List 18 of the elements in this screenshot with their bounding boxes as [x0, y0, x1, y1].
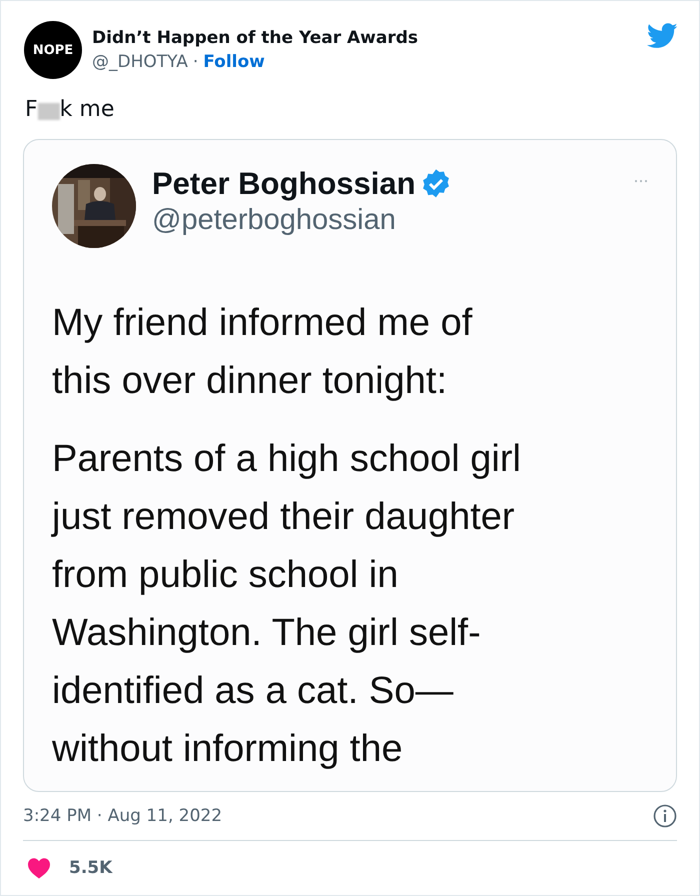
censor-blur	[38, 103, 60, 120]
follow-link[interactable]: Follow	[203, 52, 265, 72]
quoted-paragraph: Parents of a high school girl just removed their daughter from public school in Washington. The girl self- identified as a cat. So— without informing the	[52, 437, 522, 772]
quoted-paragraph: My friend informed me of this over dinner tonight:	[52, 301, 474, 404]
quoted-author-name: Peter Boghossian	[152, 166, 416, 202]
author-handle[interactable]: @_DHOTYA	[92, 52, 188, 72]
info-icon[interactable]	[653, 804, 677, 828]
quoted-author-handle: @peterboghossian	[152, 204, 397, 237]
bird-icon[interactable]	[647, 23, 678, 49]
avatar[interactable]: NOPE	[24, 21, 82, 79]
tweet-text: F	[25, 97, 38, 122]
timestamp[interactable]: 3:24 PM · Aug 11, 2022	[23, 806, 222, 826]
separator: ·	[192, 52, 198, 72]
heart-icon[interactable]	[27, 857, 51, 879]
tweet-text: k me	[60, 97, 114, 122]
more-icon: ···	[633, 170, 648, 191]
author-name[interactable]: Didn’t Happen of the Year Awards	[92, 28, 637, 48]
like-count[interactable]: 5.5K	[69, 858, 112, 878]
